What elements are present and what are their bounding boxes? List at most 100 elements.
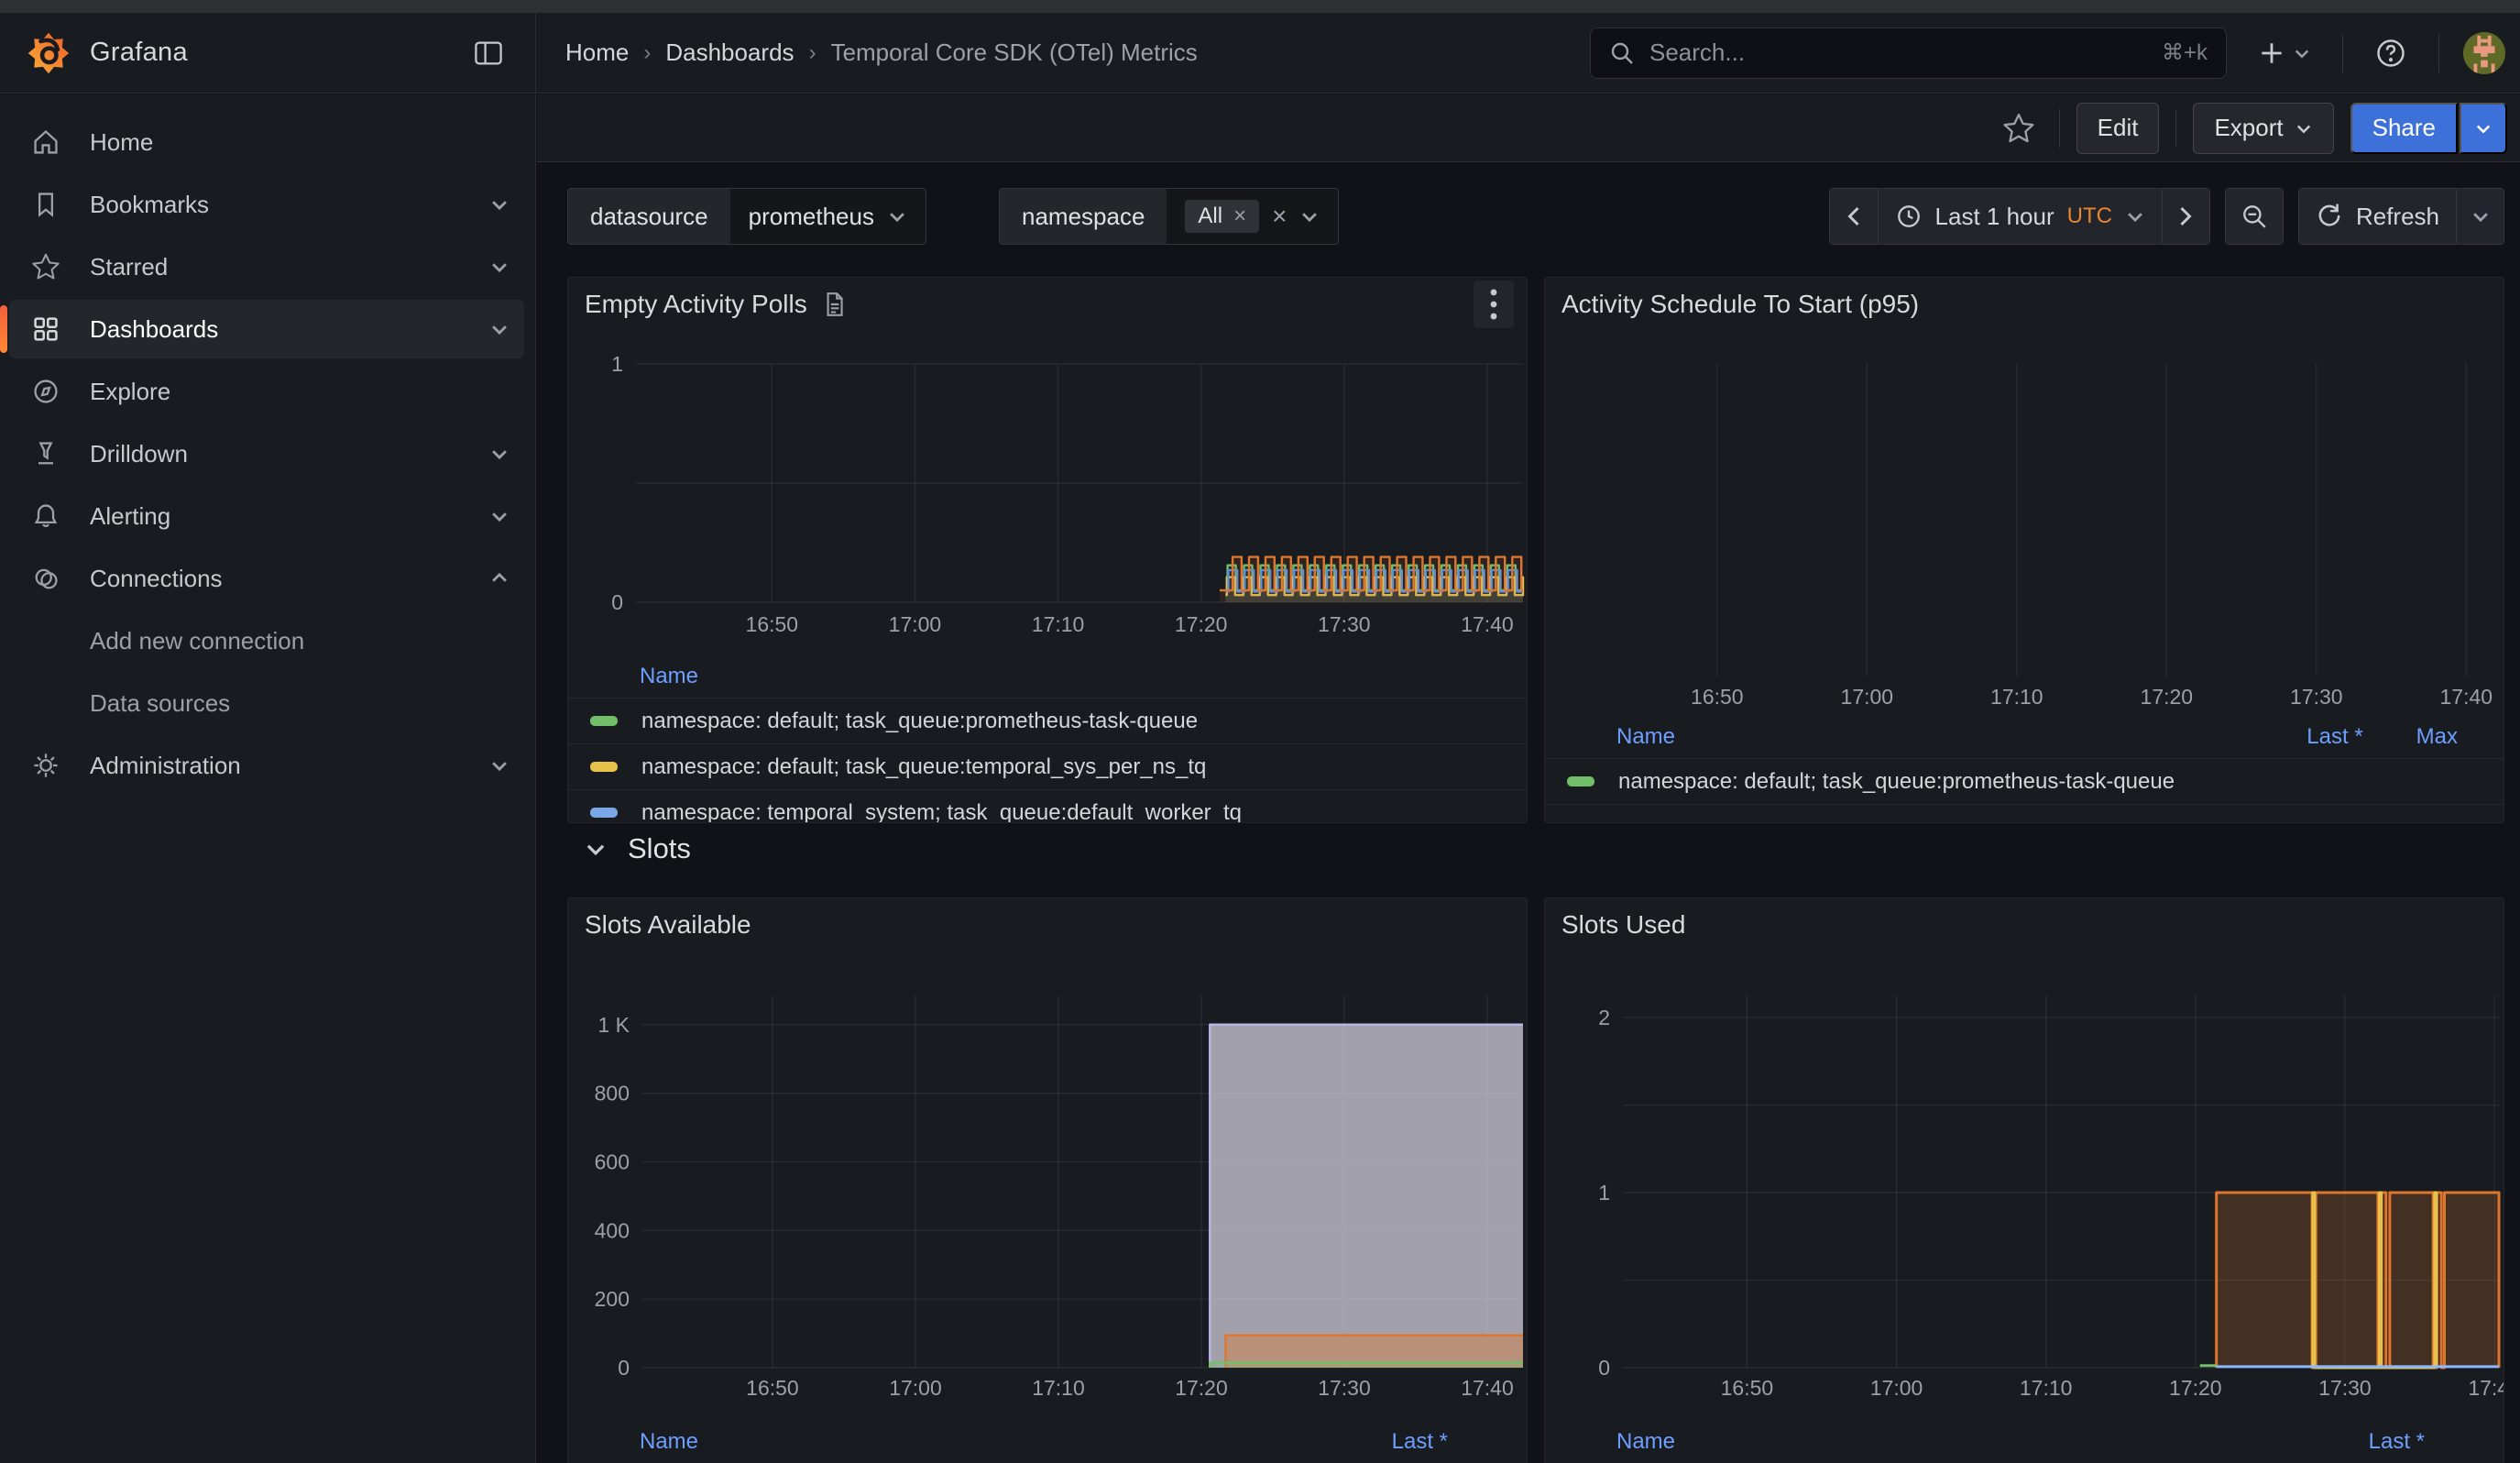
sidebar-item-connections[interactable]: Connections — [9, 549, 524, 608]
panel-header[interactable]: Activity Schedule To Start (p95) — [1545, 278, 2504, 331]
chevron-down-icon[interactable] — [489, 444, 509, 464]
sidebar-item-data-sources[interactable]: Data sources — [9, 674, 524, 732]
timezone-label: UTC — [2067, 204, 2112, 229]
series-label: namespace: temporal_system; task_queue:d… — [641, 800, 1242, 824]
administration-icon — [26, 751, 66, 780]
clear-all-icon[interactable]: × — [1272, 202, 1287, 231]
datasource-filter-value[interactable]: prometheus — [730, 189, 926, 244]
svg-text:800: 800 — [595, 1082, 630, 1106]
user-avatar[interactable] — [2463, 32, 2505, 74]
starred-icon — [26, 252, 66, 281]
svg-text:17:00: 17:00 — [1841, 685, 1894, 709]
alerting-icon — [26, 501, 66, 531]
legend-header-name[interactable]: Name — [1616, 724, 1675, 750]
zoom-out-button[interactable] — [2226, 189, 2283, 244]
svg-text:1: 1 — [1598, 1181, 1610, 1204]
breadcrumb-item[interactable]: Dashboards — [665, 38, 794, 67]
time-series-chart[interactable]: 16:5017:0017:1017:2017:3017:40210 — [1545, 952, 2504, 1421]
sidebar-collapse-icon[interactable] — [466, 31, 511, 75]
svg-text:0: 0 — [618, 1356, 630, 1380]
time-forward-button[interactable] — [2162, 189, 2209, 244]
panel-menu-kebab[interactable] — [1474, 280, 1514, 328]
time-series-chart[interactable]: 16:5017:0017:1017:2017:3017:40 — [1545, 331, 2504, 716]
sidebar-item-administration[interactable]: Administration — [9, 736, 524, 795]
sidebar-item-explore[interactable]: Explore — [9, 362, 524, 421]
add-new-button[interactable] — [2251, 32, 2318, 74]
breadcrumb: Home›Dashboards›Temporal Core SDK (OTel)… — [565, 38, 1198, 67]
chevron-down-icon[interactable] — [489, 257, 509, 277]
legend-row[interactable]: namespace: default; task_queue:prometheu… — [568, 698, 1527, 743]
home-icon — [26, 127, 66, 157]
sidebar-item-label: Bookmarks — [90, 191, 209, 219]
search-box[interactable]: ⌘+k — [1590, 28, 2227, 79]
legend-header-max[interactable]: Max — [2416, 724, 2458, 750]
svg-text:600: 600 — [595, 1150, 630, 1173]
chevron-down-icon[interactable] — [489, 755, 509, 776]
help-icon[interactable] — [2367, 29, 2415, 77]
refresh-button[interactable]: Refresh — [2299, 189, 2456, 244]
panel-header[interactable]: Empty Activity Polls — [568, 278, 1527, 331]
breadcrumb-item[interactable]: Home — [565, 38, 629, 67]
chevron-up-icon[interactable] — [489, 568, 509, 588]
share-button[interactable]: Share — [2350, 103, 2458, 154]
header-main-area: Home›Dashboards›Temporal Core SDK (OTel)… — [536, 13, 2520, 93]
chevron-down-icon[interactable] — [489, 319, 509, 339]
sidebar-item-starred[interactable]: Starred — [9, 237, 524, 296]
window-top-strip — [0, 0, 2520, 13]
edit-button[interactable]: Edit — [2076, 103, 2160, 154]
svg-text:17:20: 17:20 — [1175, 1376, 1228, 1400]
legend-row[interactable]: namespace: temporal_system; task_queue:d… — [568, 789, 1527, 823]
sidebar-item-alerting[interactable]: Alerting — [9, 487, 524, 545]
search-input[interactable] — [1649, 38, 2147, 67]
panel-header[interactable]: Slots Used — [1545, 898, 2504, 952]
time-back-button[interactable] — [1830, 189, 1878, 244]
sidebar-item-drilldown[interactable]: Drilldown — [9, 424, 524, 483]
legend-header-last[interactable]: Last * — [1392, 1429, 1448, 1455]
sidebar-item-add-new-connection[interactable]: Add new connection — [9, 611, 524, 670]
sidebar-item-dashboards[interactable]: Dashboards — [9, 300, 524, 358]
chevron-down-icon[interactable] — [489, 506, 509, 526]
time-controls: Last 1 hour UTC Refresh — [1829, 188, 2504, 245]
sidebar-item-label: Home — [90, 128, 153, 157]
time-series-chart[interactable]: 16:5017:0017:1017:2017:3017:4010 — [568, 331, 1527, 655]
legend-header-name[interactable]: Name — [640, 664, 698, 689]
panel-description-icon[interactable] — [820, 291, 848, 318]
dashboard-toolbar: Edit Export Share — [537, 94, 2520, 162]
svg-text:17:40: 17:40 — [2440, 685, 2493, 709]
svg-text:17:00: 17:00 — [889, 612, 942, 636]
section-slots-toggle[interactable]: Slots — [584, 832, 691, 865]
panel-header[interactable]: Slots Available — [568, 898, 1527, 952]
favorite-star-icon[interactable] — [1995, 104, 2043, 152]
sidebar-item-home[interactable]: Home — [9, 113, 524, 171]
time-series-chart[interactable]: 16:5017:0017:1017:2017:3017:401 K8006004… — [568, 952, 1527, 1421]
export-button[interactable]: Export — [2193, 103, 2333, 154]
svg-text:16:50: 16:50 — [1721, 1376, 1774, 1400]
chevron-down-icon[interactable] — [489, 194, 509, 214]
sidebar-item-bookmarks[interactable]: Bookmarks — [9, 175, 524, 234]
legend-row[interactable]: namespace: default; task_queue:temporal_… — [568, 743, 1527, 789]
refresh-label: Refresh — [2356, 203, 2439, 231]
series-color-swatch — [590, 762, 618, 772]
time-range-picker[interactable]: Last 1 hour UTC — [1878, 189, 2162, 244]
sidebar-item-label: Data sources — [90, 689, 230, 718]
refresh-interval-dropdown[interactable] — [2456, 189, 2504, 244]
svg-text:17:30: 17:30 — [2318, 1376, 2372, 1400]
legend-header-last[interactable]: Last * — [2369, 1429, 2425, 1455]
chart-canvas: 16:5017:0017:1017:2017:3017:401 K8006004… — [568, 952, 1527, 1421]
namespace-filter-value[interactable]: All × × — [1167, 189, 1338, 244]
chip-remove-icon[interactable]: × — [1233, 204, 1246, 229]
sidebar-item-label: Add new connection — [90, 627, 304, 655]
legend-row[interactable]: namespace: default; task_queue:prometheu… — [1545, 758, 2504, 804]
panel-slots-used: Slots Used 16:5017:0017:1017:2017:3017:4… — [1544, 897, 2504, 1463]
chart-canvas: 16:5017:0017:1017:2017:3017:4010 — [568, 331, 1527, 655]
svg-text:17:10: 17:10 — [1032, 1376, 1085, 1400]
panel-legend: NameLast *namespace: default; task_queue… — [1545, 1421, 2504, 1463]
svg-text:17:40: 17:40 — [2468, 1376, 2504, 1400]
grafana-logo[interactable] — [27, 32, 70, 74]
share-dropdown-button[interactable] — [2460, 103, 2507, 154]
svg-text:16:50: 16:50 — [1691, 685, 1744, 709]
legend-header-name[interactable]: Name — [640, 1429, 698, 1455]
legend-header-name[interactable]: Name — [1616, 1429, 1675, 1455]
namespace-chip[interactable]: All × — [1185, 200, 1259, 233]
legend-header-last[interactable]: Last * — [2306, 724, 2362, 750]
